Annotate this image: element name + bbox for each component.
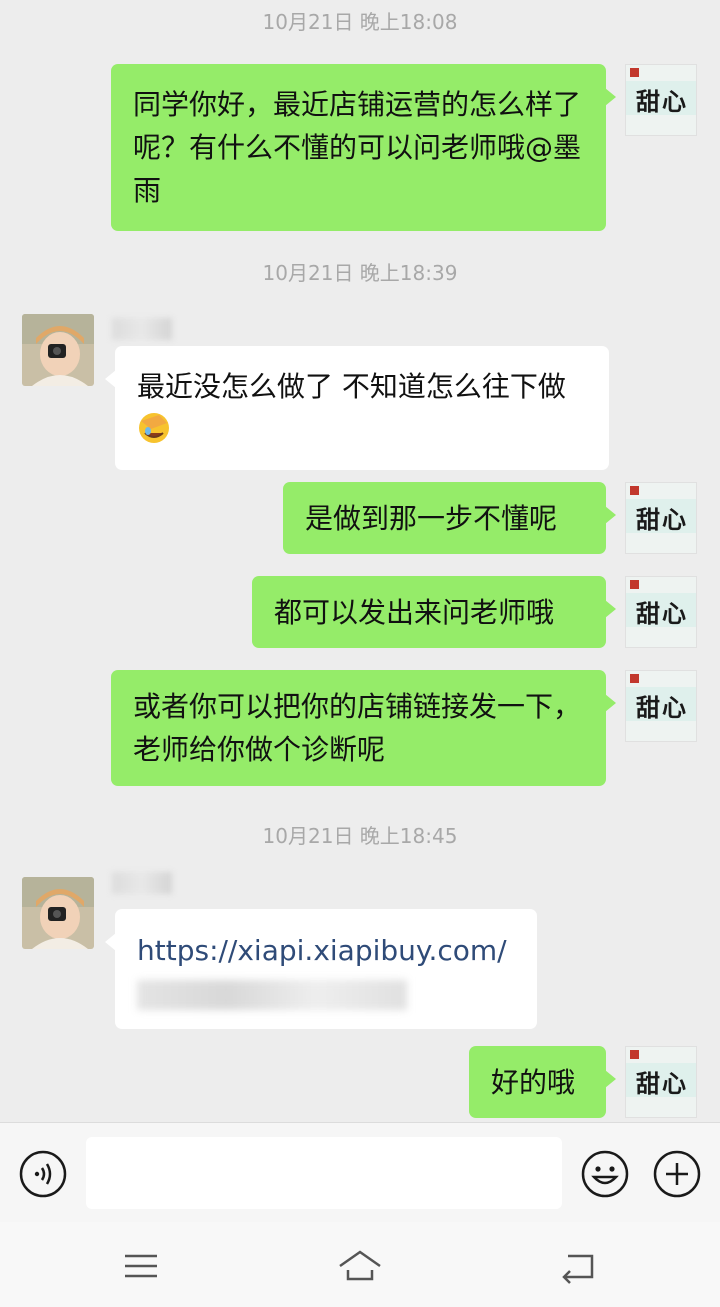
message-input[interactable] [86,1137,562,1209]
contact-name-redacted [112,318,172,340]
seal-icon [630,68,639,77]
contact-avatar[interactable] [22,877,94,949]
seal-icon [630,580,639,589]
message-bubble-incoming[interactable]: 最近没怎么做了 不知道怎么往下做 [105,346,609,470]
facepalm-emoji-icon [137,411,171,445]
contact-name-redacted [112,872,172,894]
my-avatar[interactable]: 甜心 [625,64,697,136]
home-icon[interactable] [336,1246,384,1286]
avatar-calligraphy: 甜心 [636,693,688,722]
message-bubble-outgoing[interactable]: 好的哦 [469,1046,616,1118]
input-bar [0,1122,720,1222]
avatar-calligraphy: 甜心 [636,505,688,534]
message-text: 都可以发出来问老师哦 [274,596,555,629]
my-avatar[interactable]: 甜心 [625,482,697,554]
message-text: 最近没怎么做了 不知道怎么往下做 [137,370,566,403]
message-bubble-outgoing[interactable]: 都可以发出来问老师哦 [252,576,616,648]
my-avatar[interactable]: 甜心 [625,670,697,742]
seal-icon [630,486,639,495]
seal-icon [630,1050,639,1059]
message-text: 好的哦 [491,1066,576,1099]
shop-link[interactable]: https://xiapi.xiapibuy.com/ [137,934,507,967]
timestamp: 10月21日 晚上18:39 [262,261,458,285]
avatar-calligraphy: 甜心 [636,599,688,628]
plus-icon[interactable] [652,1149,702,1199]
link-redacted [137,980,407,1010]
message-bubble-outgoing[interactable]: 是做到那一步不懂呢 [283,482,616,554]
my-avatar[interactable]: 甜心 [625,1046,697,1118]
message-bubble-outgoing[interactable]: 同学你好，最近店铺运营的怎么样了呢？有什么不懂的可以问老师哦@墨雨 [111,64,616,231]
emoji-icon[interactable] [580,1149,630,1199]
contact-avatar[interactable] [22,314,94,386]
system-nav-bar [0,1222,720,1307]
message-text: 同学你好，最近店铺运营的怎么样了呢？有什么不懂的可以问老师哦@墨雨 [133,88,582,207]
message-text: 是做到那一步不懂呢 [305,502,558,535]
avatar-calligraphy: 甜心 [636,87,688,116]
back-icon[interactable] [556,1246,604,1286]
timestamp: 10月21日 晚上18:08 [262,10,458,34]
message-bubble-incoming[interactable]: https://xiapi.xiapibuy.com/ [105,909,537,1029]
my-avatar[interactable]: 甜心 [625,576,697,648]
seal-icon [630,674,639,683]
message-text: 或者你可以把你的店铺链接发一下，老师给你做个诊断呢 [133,690,582,766]
message-bubble-outgoing[interactable]: 或者你可以把你的店铺链接发一下，老师给你做个诊断呢 [111,670,616,786]
avatar-calligraphy: 甜心 [636,1069,688,1098]
voice-icon[interactable] [18,1149,68,1199]
timestamp: 10月21日 晚上18:45 [262,824,458,848]
menu-icon[interactable] [117,1246,165,1286]
